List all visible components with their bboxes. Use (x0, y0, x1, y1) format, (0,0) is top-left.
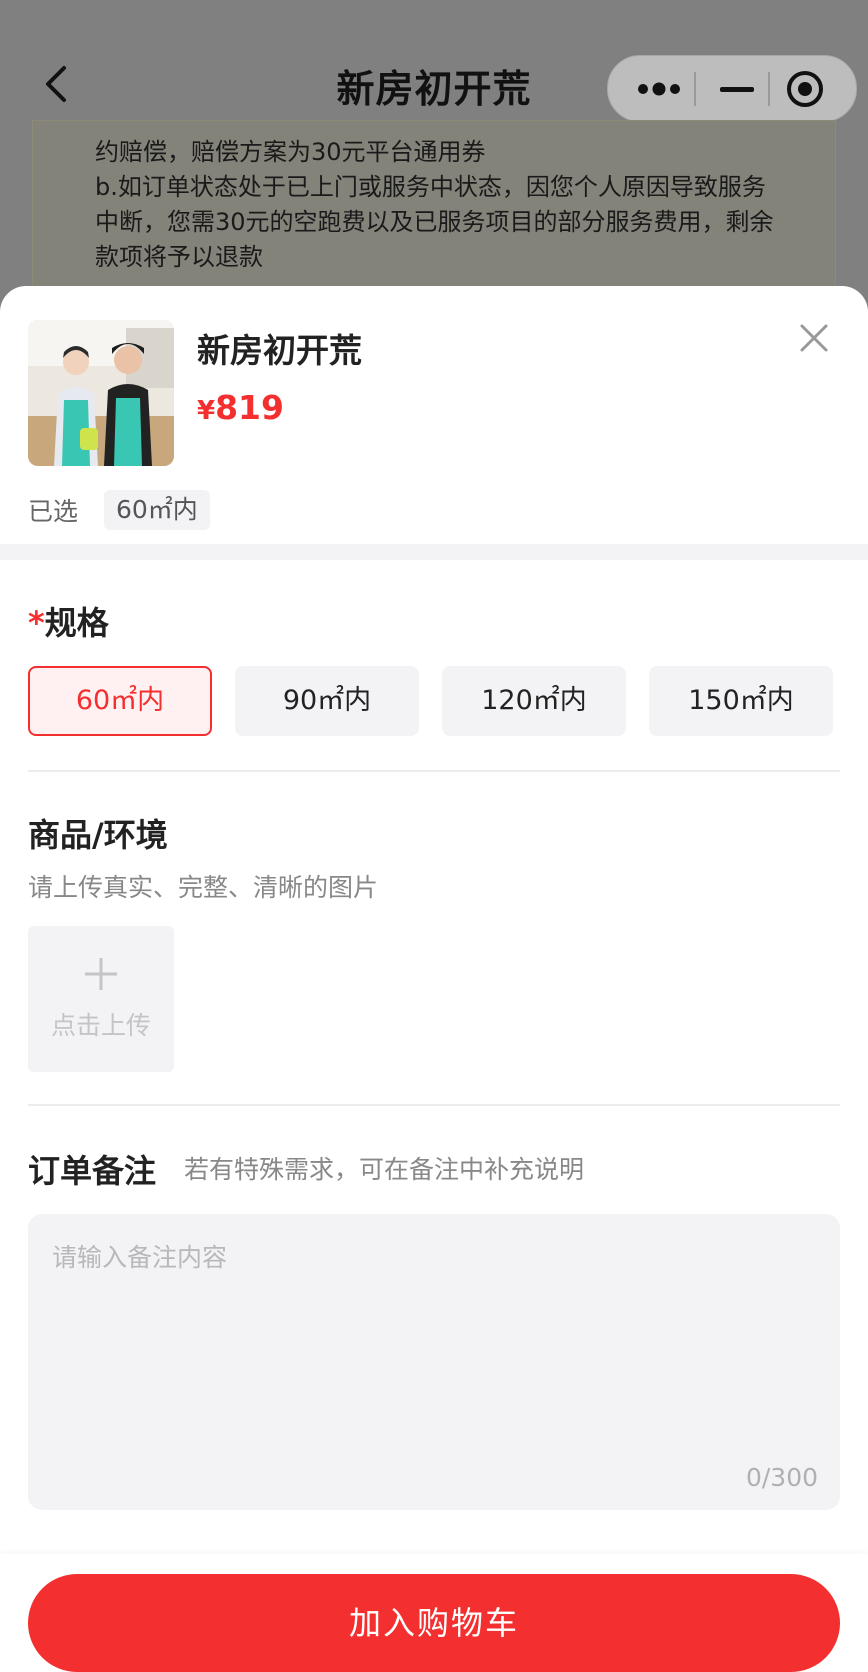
product-title: 新房初开荒 (197, 331, 362, 370)
spec-title: *规格 (28, 598, 109, 644)
capsule-separator (768, 72, 770, 106)
product-thumbnail (28, 320, 174, 466)
selected-label: 已选 (28, 497, 79, 526)
spec-option-150[interactable]: 150㎡内 (649, 666, 833, 736)
notice-line: 约赔偿，赔偿方案为30元平台通用券 (95, 138, 486, 166)
upload-image-button[interactable]: 点击上传 (28, 926, 174, 1072)
notice-line: 款项将予以退款 (95, 243, 263, 271)
environment-hint: 请上传真实、完整、清晰的图片 (28, 873, 379, 902)
spec-title-text: 规格 (44, 604, 109, 642)
close-icon[interactable] (796, 320, 832, 356)
remark-textarea[interactable] (50, 1236, 814, 1440)
remark-title: 订单备注 (28, 1152, 157, 1190)
minimize-icon[interactable] (720, 87, 754, 92)
currency-symbol: ¥ (197, 396, 216, 426)
spec-option-120[interactable]: 120㎡内 (442, 666, 626, 736)
price-value: 819 (215, 388, 284, 427)
service-notice: 约赔偿，赔偿方案为30元平台通用券 b.如订单状态处于已上门或服务中状态，因您个… (32, 120, 836, 300)
product-price: ¥819 (197, 388, 284, 427)
upload-label: 点击上传 (50, 1011, 151, 1040)
sku-bottom-sheet: 新房初开荒 ¥819 已选 60㎡内 *规格 60㎡内 90㎡内 120㎡内 1… (0, 286, 868, 1672)
plus-icon (85, 958, 117, 990)
required-mark: * (28, 604, 45, 642)
spec-option-90[interactable]: 90㎡内 (235, 666, 419, 736)
more-icon[interactable] (636, 78, 682, 100)
divider (28, 1104, 840, 1106)
divider (28, 770, 840, 772)
close-program-icon[interactable] (786, 70, 824, 108)
mini-program-capsule (607, 55, 857, 122)
remark-hint: 若有特殊需求，可在备注中补充说明 (184, 1155, 585, 1184)
remark-container: 0/300 (28, 1214, 840, 1510)
spec-option-60[interactable]: 60㎡内 (28, 666, 212, 736)
capsule-separator (694, 72, 696, 106)
remark-char-count: 0/300 (745, 1463, 818, 1492)
notice-line: 中断，您需30元的空跑费以及已服务项目的部分服务费用，剩余 (95, 208, 774, 236)
section-divider (0, 544, 868, 560)
environment-title: 商品/环境 (28, 816, 168, 854)
selected-spec-chip: 60㎡内 (104, 490, 210, 530)
notice-line: b.如订单状态处于已上门或服务中状态，因您个人原因导致服务 (95, 173, 766, 201)
add-to-cart-button[interactable]: 加入购物车 (28, 1574, 840, 1672)
